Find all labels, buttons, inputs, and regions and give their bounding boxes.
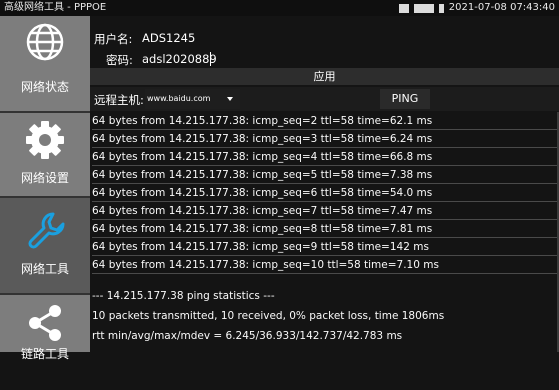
sidebar-item-label: 网络设置 [20,171,69,185]
sidebar-item-label: 链路工具 [20,347,69,361]
result-line: 64 bytes from 14.215.177.38: icmp_seq=5 … [92,166,559,184]
result-line: 64 bytes from 14.215.177.38: icmp_seq=2 … [92,112,559,130]
apply-button[interactable]: 应用 [90,68,559,85]
sidebar-item-link-tools[interactable]: 链路工具 [0,295,90,390]
username-value[interactable]: ADS1245 [142,31,195,45]
status-datetime: 2021-07-08 07:43:40 [448,2,555,13]
battery-icon [438,3,444,13]
ping-button[interactable]: PING [380,89,430,109]
globe-icon [26,23,64,61]
remote-host-label: 远程主机: [94,93,144,107]
ping-results: 64 bytes from 14.215.177.38: icmp_seq=2 … [90,112,559,352]
chevron-down-icon [227,97,233,101]
password-value[interactable]: adsl2020889 [142,52,217,66]
sidebar-item-network-status[interactable]: 网络状态 [0,16,90,111]
result-line: 64 bytes from 14.215.177.38: icmp_seq=3 … [92,130,559,148]
result-line: 64 bytes from 14.215.177.38: icmp_seq=10… [92,256,559,274]
stat-line: --- 14.215.177.38 ping statistics --- [92,290,275,302]
stat-line: 10 packets transmitted, 10 received, 0% … [92,310,445,322]
result-line: 64 bytes from 14.215.177.38: icmp_seq=6 … [92,184,559,202]
gear-icon [26,121,64,159]
sidebar-item-label: 网络状态 [20,80,69,94]
result-line: 64 bytes from 14.215.177.38: icmp_seq=8 … [92,220,559,238]
remote-host-select[interactable]: www.baidu.com [145,89,240,109]
sidebar-item-network-tools[interactable]: 网络工具 [0,198,90,293]
sidebar-item-label: 网络工具 [20,262,69,276]
network-icon [413,3,434,13]
stat-line: rtt min/avg/max/mdev = 6.245/36.933/142.… [92,330,403,342]
window-title: 高级网络工具 - PPPOE [4,2,107,13]
sidebar: 网络状态 网络设置 网络工具 链路工具 [0,16,90,361]
keyboard-icon [398,3,409,13]
text-cursor [210,52,211,66]
share-icon [29,305,61,341]
password-label: 密码: [106,53,133,67]
username-label: 用户名: [94,32,133,46]
status-bar: 高级网络工具 - PPPOE 2021-07-08 07:43:40 [0,0,559,16]
remote-host-value: www.baidu.com [147,94,211,103]
result-line: 64 bytes from 14.215.177.38: icmp_seq=9 … [92,238,559,256]
main-panel: 用户名: ADS1245 密码: adsl2020889 应用 远程主机: ww… [90,16,559,352]
result-line: 64 bytes from 14.215.177.38: icmp_seq=4 … [92,148,559,166]
sidebar-item-network-settings[interactable]: 网络设置 [0,113,90,208]
wrench-icon [28,212,65,249]
result-line: 64 bytes from 14.215.177.38: icmp_seq=7 … [92,202,559,220]
remote-host-row: 远程主机: www.baidu.com PING [90,87,559,111]
